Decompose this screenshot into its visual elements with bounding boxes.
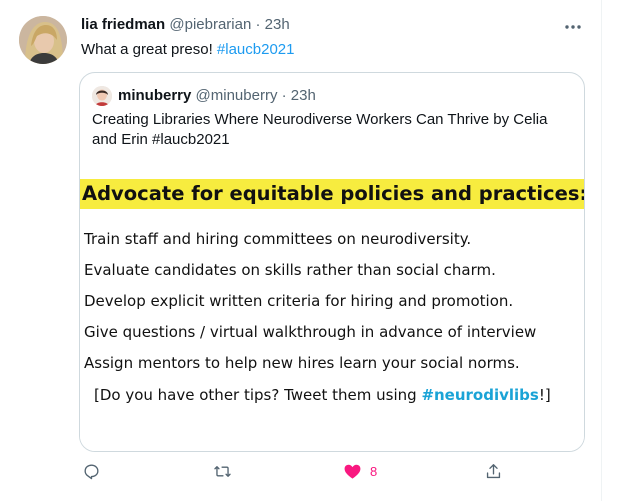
share-button[interactable] bbox=[484, 458, 503, 484]
like-count: 8 bbox=[370, 463, 378, 479]
reply-button[interactable] bbox=[82, 458, 101, 484]
quoted-display-name[interactable]: minuberry bbox=[118, 87, 191, 104]
quoted-tweet[interactable]: minuberry @minuberry · 23h Creating Libr… bbox=[79, 72, 585, 452]
slide-line: Evaluate candidates on skills rather tha… bbox=[84, 261, 496, 279]
share-icon bbox=[486, 463, 501, 478]
more-options-button[interactable] bbox=[560, 17, 586, 37]
quoted-avatar[interactable] bbox=[92, 86, 112, 106]
like-button[interactable]: 8 bbox=[343, 458, 377, 484]
hashtag-link[interactable]: #laucb2021 bbox=[217, 41, 295, 58]
slide-line: Develop explicit written criteria for hi… bbox=[84, 292, 514, 310]
heart-filled-icon bbox=[344, 464, 361, 479]
slide-heading: Advocate for equitable policies and prac… bbox=[80, 179, 584, 209]
tweet-header: lia friedman @piebrarian · 23h bbox=[81, 15, 290, 35]
slide-closing-line: [Do you have other tips? Tweet them usin… bbox=[94, 385, 551, 405]
tweet-card[interactable]: lia friedman @piebrarian · 23h What a gr… bbox=[0, 0, 602, 501]
quoted-timestamp[interactable]: 23h bbox=[291, 87, 316, 104]
quoted-avatar-photo bbox=[92, 86, 112, 106]
tweet-actions: 8 bbox=[0, 458, 601, 484]
closing-suffix: !] bbox=[538, 386, 551, 404]
closing-hashtag: #neurodivlibs bbox=[421, 386, 539, 404]
quoted-image[interactable]: Advocate for equitable policies and prac… bbox=[80, 153, 584, 451]
tweet-body: What a great preso! bbox=[81, 41, 213, 58]
retweet-button[interactable] bbox=[213, 458, 232, 484]
quoted-header: minuberry @minuberry · 23h bbox=[118, 86, 316, 106]
tweet-text: What a great preso! #laucb2021 bbox=[81, 40, 294, 60]
reply-icon bbox=[84, 463, 99, 479]
closing-text: [Do you have other tips? Tweet them usin… bbox=[94, 386, 422, 404]
more-dots-icon bbox=[565, 25, 581, 29]
quoted-text: Creating Libraries Where Neurodiverse Wo… bbox=[92, 111, 548, 148]
slide-line: Give questions / virtual walkthrough in … bbox=[84, 323, 537, 341]
slide-line: Train staff and hiring committees on neu… bbox=[84, 230, 472, 248]
slide-line: Assign mentors to help new hires learn y… bbox=[84, 354, 520, 372]
retweet-icon bbox=[214, 465, 231, 477]
quoted-handle[interactable]: @minuberry bbox=[196, 87, 278, 104]
separator-dot: · bbox=[255, 16, 261, 33]
avatar-photo bbox=[19, 16, 67, 64]
display-name[interactable]: lia friedman bbox=[81, 16, 165, 33]
user-handle[interactable]: @piebrarian bbox=[169, 16, 251, 33]
separator-dot: · bbox=[281, 87, 287, 104]
tweet-timestamp[interactable]: 23h bbox=[265, 16, 290, 33]
avatar[interactable] bbox=[19, 16, 67, 64]
